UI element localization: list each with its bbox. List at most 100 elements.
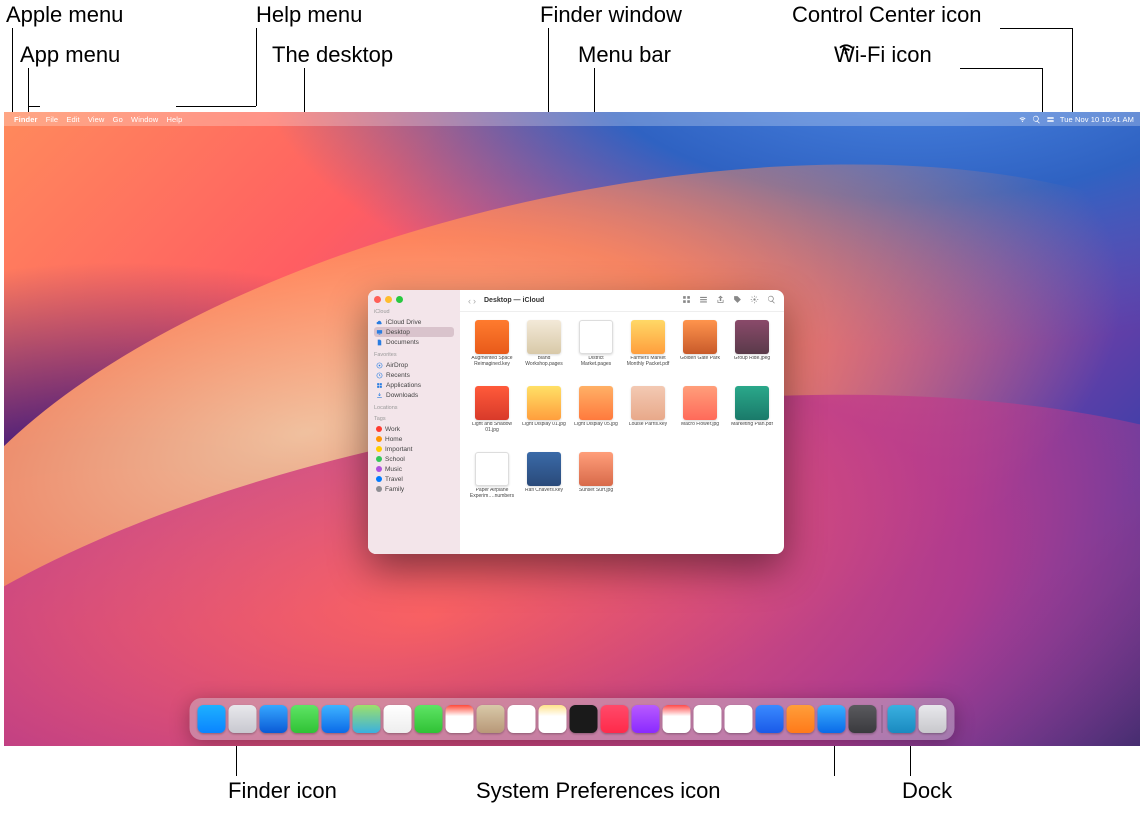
file-thumb xyxy=(735,320,769,354)
file-thumb xyxy=(579,320,613,354)
dock-app-numbers[interactable] xyxy=(725,705,753,733)
file-name: Louise Parris.key xyxy=(629,422,667,428)
group-icon[interactable] xyxy=(699,295,708,306)
window-controls xyxy=(374,296,454,303)
file-item[interactable]: Louise Parris.key xyxy=(624,386,672,448)
sidebar-tag-item[interactable]: Music xyxy=(374,464,454,474)
finder-window-title: Desktop — iCloud xyxy=(484,297,544,304)
dock-app-maps[interactable] xyxy=(353,705,381,733)
sidebar-item-airdrop[interactable]: AirDrop xyxy=(374,360,454,370)
dock-app-calendar[interactable] xyxy=(446,705,474,733)
menu-view[interactable]: View xyxy=(88,115,105,124)
dock-app-trash[interactable] xyxy=(919,705,947,733)
dock-app-messages[interactable] xyxy=(291,705,319,733)
file-name: Group Ride.jpeg xyxy=(734,356,770,362)
nav-forward-icon[interactable]: › xyxy=(473,296,476,306)
file-item[interactable]: Paper Airplane Experim….numbers xyxy=(468,452,516,514)
control-center-icon[interactable] xyxy=(1046,115,1055,124)
menu-help[interactable]: Help xyxy=(167,115,183,124)
apps-icon xyxy=(376,382,383,389)
menu-bar[interactable]: Finder File Edit View Go Window Help Tue… xyxy=(4,112,1140,126)
dock-app-keynote[interactable] xyxy=(756,705,784,733)
minimize-button[interactable] xyxy=(385,296,392,303)
sidebar-tag-item[interactable]: Home xyxy=(374,434,454,444)
sidebar-tag-item[interactable]: Family xyxy=(374,484,454,494)
label-control-center: Control Center icon xyxy=(792,2,982,28)
menu-edit[interactable]: Edit xyxy=(66,115,79,124)
dock-app-podcasts[interactable] xyxy=(632,705,660,733)
file-thumb xyxy=(527,452,561,486)
label-finder-window: Finder window xyxy=(540,2,682,28)
file-name: Sunset Surf.jpg xyxy=(579,488,613,494)
file-thumb xyxy=(475,452,509,486)
file-item[interactable]: Bland Workshop.pages xyxy=(520,320,568,382)
dock-app-facetime[interactable] xyxy=(415,705,443,733)
dock[interactable] xyxy=(190,698,955,740)
menu-go[interactable]: Go xyxy=(113,115,123,124)
tag-icon[interactable] xyxy=(733,295,742,306)
file-item[interactable]: District Market.pages xyxy=(572,320,620,382)
file-item[interactable]: Group Ride.jpeg xyxy=(728,320,776,382)
dock-app-appstore[interactable] xyxy=(818,705,846,733)
dock-app-finder[interactable] xyxy=(198,705,226,733)
file-thumb xyxy=(683,320,717,354)
dock-app-pages[interactable] xyxy=(787,705,815,733)
dock-app-system-preferences[interactable] xyxy=(849,705,877,733)
file-item[interactable]: Light Display 01.jpg xyxy=(520,386,568,448)
close-button[interactable] xyxy=(374,296,381,303)
dock-app-music[interactable] xyxy=(601,705,629,733)
finder-main: ‹ › Desktop — iCloud Augmented Space Rei… xyxy=(460,290,784,554)
sidebar-tag-item[interactable]: School xyxy=(374,454,454,464)
sidebar-item-documents[interactable]: Documents xyxy=(374,337,454,347)
dock-app-tv[interactable] xyxy=(570,705,598,733)
sidebar-item-desktop[interactable]: Desktop xyxy=(374,327,454,337)
wifi-icon[interactable] xyxy=(1018,115,1027,124)
dock-app-photos[interactable] xyxy=(384,705,412,733)
spotlight-icon[interactable] xyxy=(1032,115,1041,124)
sidebar-tag-item[interactable]: Important xyxy=(374,444,454,454)
menu-file[interactable]: File xyxy=(46,115,59,124)
dock-app-safari[interactable] xyxy=(260,705,288,733)
dock-app-downloads[interactable] xyxy=(888,705,916,733)
dock-app-launchpad[interactable] xyxy=(229,705,257,733)
sidebar-item-applications[interactable]: Applications xyxy=(374,380,454,390)
file-item[interactable]: Light Display 05.jpg xyxy=(572,386,620,448)
sidebar-tag-item[interactable]: Work xyxy=(374,424,454,434)
dock-app-stocks[interactable] xyxy=(694,705,722,733)
file-item[interactable]: Macro Flower.jpg xyxy=(676,386,724,448)
maximize-button[interactable] xyxy=(396,296,403,303)
share-icon[interactable] xyxy=(716,295,725,306)
dock-app-news[interactable] xyxy=(663,705,691,733)
dock-app-notes[interactable] xyxy=(539,705,567,733)
airdrop-icon xyxy=(376,362,383,369)
app-menu[interactable]: Finder xyxy=(14,115,38,124)
file-thumb xyxy=(631,386,665,420)
finder-window[interactable]: iCloud iCloud Drive Desktop Documents Fa… xyxy=(368,290,784,554)
dock-app-reminders[interactable] xyxy=(508,705,536,733)
action-icon[interactable] xyxy=(750,295,759,306)
dock-app-mail[interactable] xyxy=(322,705,350,733)
file-item[interactable]: Rafi Chavers.key xyxy=(520,452,568,514)
file-item[interactable]: Golden Gate Park xyxy=(676,320,724,382)
nav-back-icon[interactable]: ‹ xyxy=(468,296,471,306)
file-name: District Market.pages xyxy=(573,356,619,368)
menu-window[interactable]: Window xyxy=(131,115,158,124)
label-finder-icon: Finder icon xyxy=(228,778,337,804)
menubar-datetime[interactable]: Tue Nov 10 10:41 AM xyxy=(1060,115,1134,124)
file-item[interactable]: Light and Shadow 01.jpg xyxy=(468,386,516,448)
file-item[interactable]: Augmented Space Reimagined.key xyxy=(468,320,516,382)
file-thumb xyxy=(631,320,665,354)
sidebar-item-downloads[interactable]: Downloads xyxy=(374,390,454,400)
sidebar-item-icloud-drive[interactable]: iCloud Drive xyxy=(374,317,454,327)
file-thumb xyxy=(579,386,613,420)
dock-app-contacts[interactable] xyxy=(477,705,505,733)
file-item[interactable]: Farmers Market Monthly Packet.pdf xyxy=(624,320,672,382)
sidebar-item-recents[interactable]: Recents xyxy=(374,370,454,380)
label-apple-menu: Apple menu xyxy=(6,2,123,28)
sidebar-tag-item[interactable]: Travel xyxy=(374,474,454,484)
search-icon[interactable] xyxy=(767,295,776,306)
file-item[interactable]: Marketing Plan.pdf xyxy=(728,386,776,448)
view-icons-icon[interactable] xyxy=(682,295,691,306)
finder-icon-grid[interactable]: Augmented Space Reimagined.keyBland Work… xyxy=(460,312,784,554)
file-item[interactable]: Sunset Surf.jpg xyxy=(572,452,620,514)
